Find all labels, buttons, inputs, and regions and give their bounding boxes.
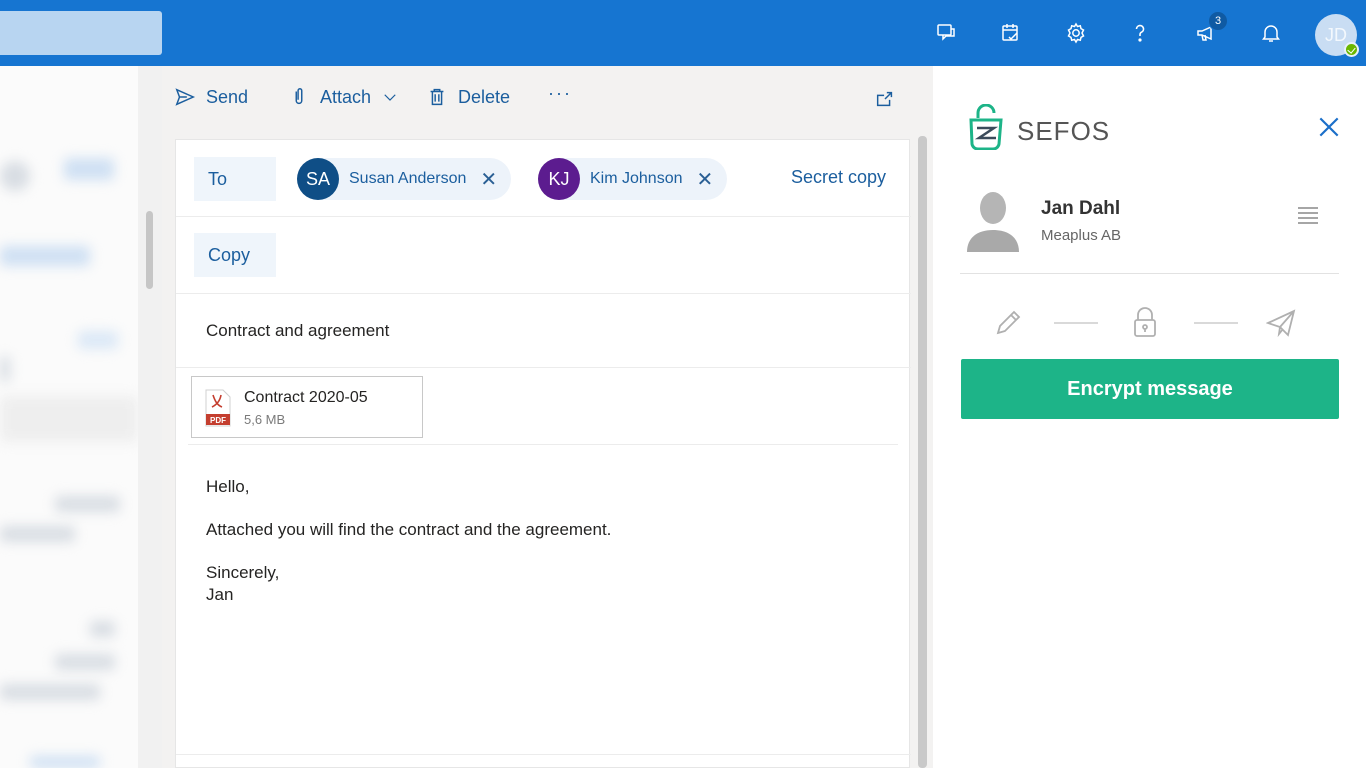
close-icon[interactable] <box>1316 114 1342 140</box>
send-button[interactable]: Send <box>174 82 248 112</box>
recipient-avatar: KJ <box>538 158 580 200</box>
user-organization: Meaplus AB <box>1041 227 1122 244</box>
notification-badge: 3 <box>1208 11 1228 31</box>
subject-field[interactable]: Contract and agreement <box>206 321 389 341</box>
megaphone-icon[interactable]: 3 <box>1190 11 1228 49</box>
compose-scrollbar[interactable] <box>918 136 927 768</box>
step-connector <box>1194 322 1238 324</box>
to-row: To SA Susan Anderson ✕ KJ Kim Johnson ✕ … <box>176 140 911 217</box>
avatar[interactable]: JD <box>1315 14 1359 57</box>
encrypt-message-button[interactable]: Encrypt message <box>961 359 1339 419</box>
step-connector <box>1054 322 1098 324</box>
sefos-logo-icon <box>969 104 1003 150</box>
copy-button[interactable]: Copy <box>194 233 276 277</box>
send-icon <box>175 88 196 106</box>
body-signature: Jan <box>206 585 234 604</box>
remove-recipient-icon[interactable]: ✕ <box>480 167 497 192</box>
secret-copy-link[interactable]: Secret copy <box>791 167 886 188</box>
send-plane-icon <box>1266 309 1296 338</box>
delete-label: Delete <box>458 86 511 107</box>
delete-button[interactable]: Delete <box>426 82 510 112</box>
user-name: Jan Dahl <box>1041 198 1121 219</box>
attachment-name: Contract 2020-05 <box>244 389 368 406</box>
compose-pane: To SA Susan Anderson ✕ KJ Kim Johnson ✕ … <box>175 139 911 768</box>
scrollbar-thumb[interactable] <box>146 211 153 289</box>
search-box[interactable] <box>0 11 162 55</box>
divider <box>960 273 1339 274</box>
sefos-panel: SEFOS Jan Dahl Meaplus AB Encrypt messag… <box>933 66 1366 768</box>
bell-icon[interactable] <box>1255 17 1287 49</box>
more-options-icon: ··· <box>548 82 572 103</box>
remove-recipient-icon[interactable]: ✕ <box>697 167 714 192</box>
message-list-scrollbar[interactable] <box>138 66 162 768</box>
compose-toolbar: Send Attach Delete ··· <box>162 66 933 128</box>
recipient-name: Kim Johnson <box>590 170 683 187</box>
recipient-chip[interactable]: SA Susan Anderson ✕ <box>297 158 512 200</box>
more-options-button[interactable]: ··· <box>548 78 572 108</box>
recipient-chip[interactable]: KJ Kim Johnson ✕ <box>538 158 728 200</box>
copy-row: Copy <box>176 217 911 294</box>
presence-status-icon <box>1344 42 1359 57</box>
body-closing: Sincerely, <box>206 563 280 582</box>
pop-out-button[interactable] <box>874 84 896 114</box>
body-greeting: Hello, <box>206 477 250 496</box>
avatar-initials: JD <box>1325 24 1347 45</box>
recipient-avatar: SA <box>297 158 339 200</box>
pdf-type-label: PDF <box>210 416 226 425</box>
pdf-file-icon: PDF <box>205 389 231 427</box>
send-label: Send <box>206 86 249 107</box>
lock-icon <box>1134 307 1156 337</box>
attachment-card[interactable]: PDF Contract 2020-05 5,6 MB <box>191 376 423 438</box>
to-button[interactable]: To <box>194 157 276 201</box>
user-avatar-icon <box>967 192 1019 252</box>
message-body[interactable]: Hello, Attached you will find the contra… <box>176 445 911 755</box>
body-line: Attached you will find the contract and … <box>206 520 612 539</box>
pop-out-icon <box>876 91 893 107</box>
help-icon[interactable] <box>1124 17 1156 49</box>
gear-icon[interactable] <box>1060 17 1092 49</box>
calendar-check-icon[interactable] <box>995 17 1027 49</box>
sefos-brand: SEFOS <box>1017 116 1111 146</box>
chevron-down-icon[interactable] <box>381 88 399 106</box>
top-bar: 3 JD <box>0 0 1366 66</box>
recipient-name: Susan Anderson <box>349 170 467 187</box>
attach-label: Attach <box>320 86 372 107</box>
attachment-size: 5,6 MB <box>244 412 286 427</box>
trash-icon <box>430 88 444 106</box>
feedback-icon[interactable] <box>931 17 963 49</box>
pencil-icon <box>996 310 1021 335</box>
paperclip-icon <box>295 88 303 105</box>
attach-button[interactable]: Attach <box>288 82 399 112</box>
menu-icon[interactable] <box>1297 206 1319 224</box>
